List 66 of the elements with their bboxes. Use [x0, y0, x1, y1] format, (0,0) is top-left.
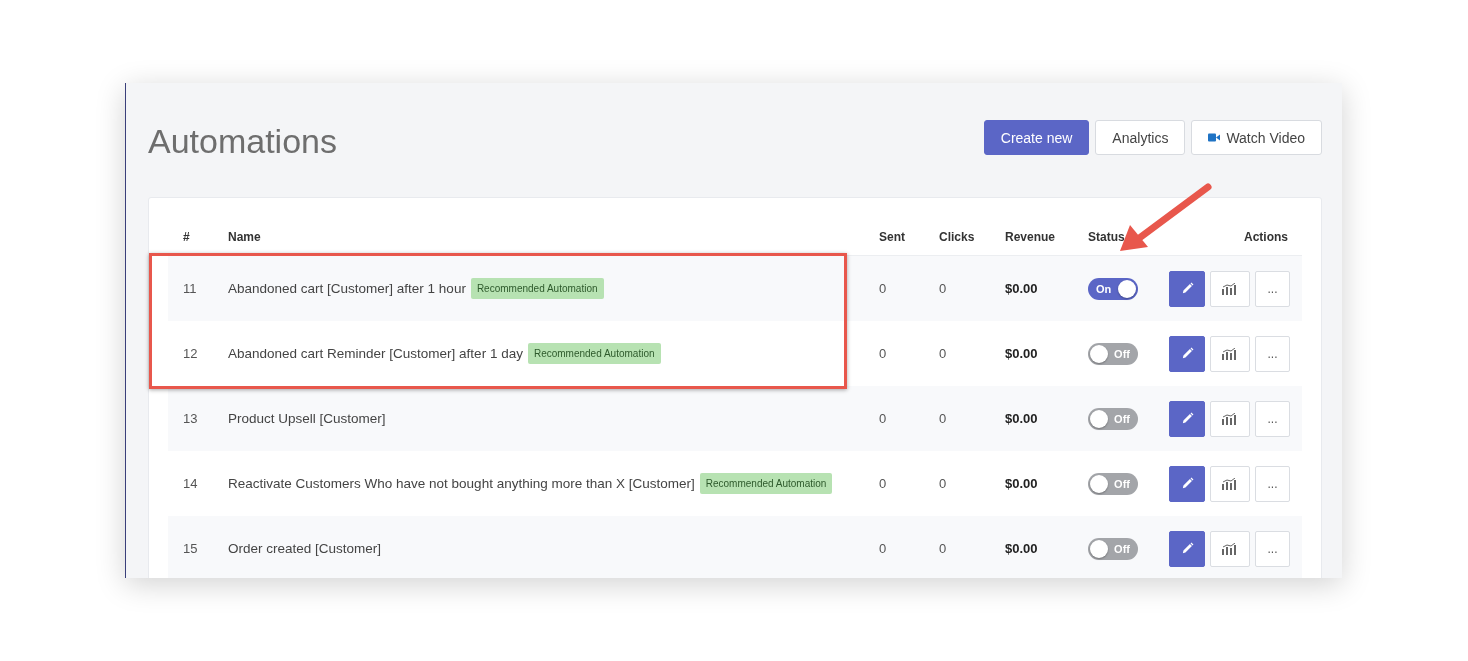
table-cell-text: 15	[183, 541, 199, 556]
bar-chart-icon	[1222, 542, 1238, 555]
analytics-button[interactable]	[1210, 465, 1250, 502]
automation-name: Abandoned cart [Customer] after 1 hour	[228, 281, 466, 296]
pencil-icon	[1180, 282, 1194, 295]
edit-button[interactable]	[1169, 335, 1205, 372]
pencil-icon	[1180, 412, 1194, 425]
automation-name: Reactivate Customers Who have not bought anything more than X [Customer]	[228, 476, 695, 491]
more-button[interactable]: ...	[1255, 530, 1290, 567]
recommended-tag: Recommended Automation	[699, 473, 833, 494]
table-cell-text: 14	[183, 476, 199, 491]
edit-button[interactable]	[1169, 465, 1205, 502]
pencil-icon	[1180, 542, 1194, 555]
table-cell-text: 0	[939, 411, 948, 426]
toolbar-button[interactable]: Watch Video	[1191, 120, 1322, 155]
edit-button[interactable]	[1169, 400, 1205, 437]
analytics-button[interactable]	[1210, 335, 1250, 372]
table-cell-text: $0.00	[1005, 281, 1039, 296]
column-header: Revenue	[1005, 230, 1056, 244]
table-cell-text: 0	[879, 281, 888, 296]
edit-button[interactable]	[1169, 270, 1205, 307]
edit-button[interactable]	[1169, 530, 1205, 567]
automation-name: Product Upsell [Customer]	[228, 411, 386, 426]
table-cell-text: 0	[879, 541, 888, 556]
column-header: Name	[228, 230, 261, 244]
more-button[interactable]: ...	[1255, 335, 1290, 372]
table-cell-text: $0.00	[1005, 476, 1039, 491]
table-cell-text: 0	[939, 476, 948, 491]
table-cell-text: 0	[879, 411, 888, 426]
pencil-icon	[1180, 477, 1194, 490]
table-cell-text: 0	[879, 346, 888, 361]
analytics-button[interactable]	[1210, 270, 1250, 307]
toolbar-button[interactable]: Analytics	[1095, 120, 1186, 155]
table-cell-text: 11	[183, 281, 198, 296]
more-button[interactable]: ...	[1255, 465, 1290, 502]
table-cell-text: 0	[939, 541, 948, 556]
automation-name: Abandoned cart Reminder [Customer] after 1 day	[228, 346, 523, 361]
table-cell-text: 13	[183, 411, 199, 426]
pencil-icon	[1180, 347, 1194, 360]
status-toggle[interactable]: On	[1088, 277, 1138, 300]
table-cell-text: $0.00	[1005, 541, 1039, 556]
table-cell-text: 0	[879, 476, 888, 491]
more-button[interactable]: ...	[1255, 400, 1290, 437]
table-cell-text: 0	[939, 346, 948, 361]
analytics-button[interactable]	[1210, 530, 1250, 567]
column-header: Clicks	[939, 230, 975, 244]
column-header: Sent	[879, 230, 905, 244]
table-cell-text: $0.00	[1005, 411, 1039, 426]
create-button[interactable]: Create new	[983, 120, 1090, 155]
bar-chart-icon	[1222, 282, 1238, 295]
recommended-tag: Recommended Automation	[470, 278, 604, 299]
bar-chart-icon	[1222, 347, 1238, 360]
table-cell-text: 0	[939, 281, 948, 296]
automation-name: Order created [Customer]	[228, 541, 382, 556]
analytics-button[interactable]	[1210, 400, 1250, 437]
column-header: Actions	[1244, 230, 1288, 244]
bar-chart-icon	[1222, 412, 1238, 425]
table-cell-text: 12	[183, 346, 199, 361]
column-header: #	[183, 230, 190, 244]
recommended-tag: Recommended Automation	[527, 343, 661, 364]
more-button[interactable]: ...	[1255, 270, 1290, 307]
column-header: Status	[1088, 230, 1125, 244]
bar-chart-icon	[1222, 477, 1238, 490]
table-cell-text: $0.00	[1005, 346, 1039, 361]
video-camera-icon	[1208, 133, 1221, 142]
page-title: Automations	[148, 121, 337, 162]
